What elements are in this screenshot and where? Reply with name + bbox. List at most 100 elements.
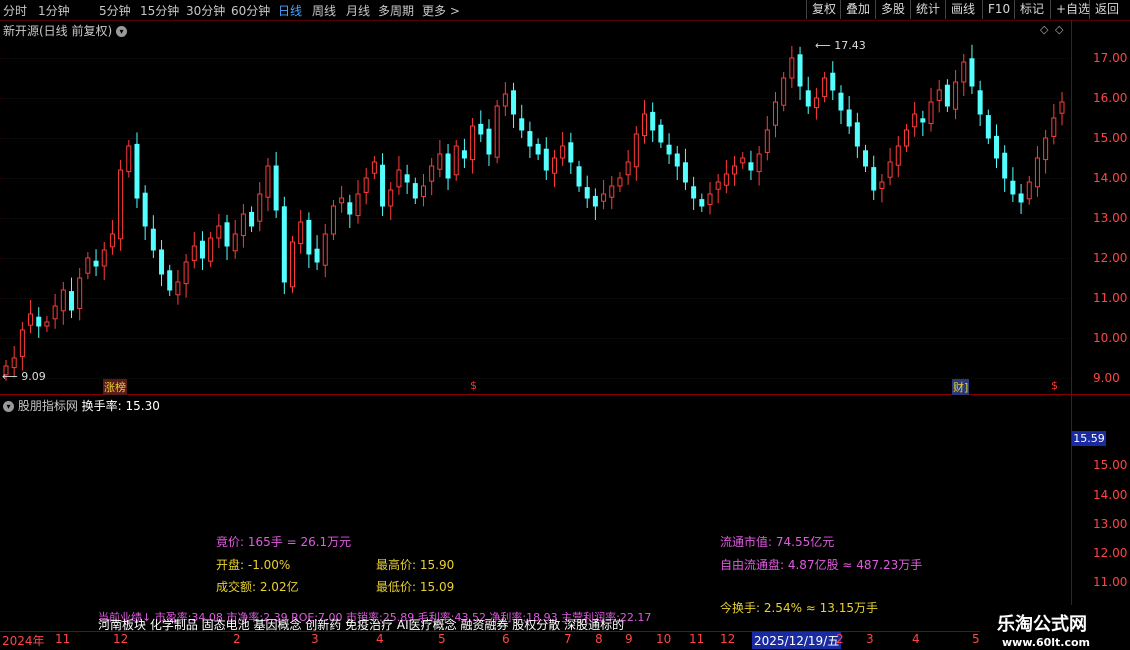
financial-report-marker[interactable]: 财]	[952, 379, 970, 395]
candle-body	[854, 122, 860, 147]
candle-body	[437, 153, 443, 170]
candle-body	[920, 118, 926, 123]
candle-body	[1018, 193, 1024, 203]
candle-body	[813, 97, 819, 109]
market-cap-info: 流通市值: 74.55亿元	[720, 535, 835, 549]
candle-body	[306, 219, 312, 255]
turnover-amount-info: 成交额: 2.02亿	[216, 580, 299, 594]
candle-body	[159, 249, 165, 275]
tab-fenshi[interactable]: 分时	[3, 2, 27, 19]
candle-body	[118, 169, 124, 240]
candle-body	[134, 143, 140, 199]
candle-body	[445, 153, 451, 179]
logo-name: 乐淘公式网	[997, 614, 1087, 635]
candle-body	[191, 245, 197, 261]
tab-multi-period[interactable]: 多周期	[378, 2, 414, 19]
candle-body	[68, 291, 74, 311]
tab-1min[interactable]: 1分钟	[38, 2, 70, 19]
logo-url: www.60lt.com	[1002, 636, 1091, 649]
tab-weekly[interactable]: 周线	[312, 2, 336, 19]
multi-stock-button[interactable]: 多股	[875, 0, 910, 19]
date-tick: 12	[720, 632, 736, 646]
zhangbang-marker[interactable]: 涨榜	[103, 379, 127, 395]
price-tick: 12.00	[1093, 251, 1128, 265]
free-float-info: 自由流通盘: 4.87亿股 ≈ 487.23万手	[720, 558, 923, 572]
candle-body	[527, 131, 533, 147]
candle-body	[699, 199, 705, 207]
draw-line-button[interactable]: 画线	[945, 0, 980, 19]
candle-body	[216, 225, 222, 239]
candle-body	[912, 113, 918, 128]
candle-body	[625, 161, 631, 176]
f10-button[interactable]: F10	[982, 0, 1015, 19]
candle-body	[707, 193, 713, 205]
price-tick: 11.00	[1093, 291, 1128, 305]
candle-body	[740, 157, 746, 164]
price-tick: 10.00	[1093, 331, 1128, 345]
date-tick: 10	[656, 632, 672, 646]
candle-body	[633, 133, 639, 168]
candle-body	[347, 202, 353, 215]
date-tick: 7	[564, 632, 572, 646]
candle-body	[150, 228, 156, 251]
candle-body	[1010, 180, 1016, 195]
tab-60min[interactable]: 60分钟	[231, 2, 270, 19]
candle-body	[281, 206, 287, 283]
candle-body	[101, 249, 107, 267]
tab-daily[interactable]: 日线	[278, 2, 302, 19]
candle-body	[224, 222, 230, 247]
candle-body	[953, 81, 959, 110]
low-price-label: ⟵ 9.09	[2, 370, 46, 383]
stats-button[interactable]: 统计	[910, 0, 945, 19]
candle-body	[363, 177, 369, 193]
candle-body	[36, 316, 42, 327]
candle-body	[732, 165, 738, 175]
candle-body	[691, 186, 697, 199]
price-tick: 14.00	[1093, 171, 1128, 185]
back-button[interactable]: 返回	[1089, 0, 1124, 19]
candle-body	[748, 162, 754, 171]
candle-body	[109, 233, 115, 248]
indicator-value: 换手率: 15.30	[81, 399, 160, 413]
candle-body	[380, 164, 386, 207]
dropdown-icon[interactable]: ▾	[3, 401, 14, 412]
overlay-button[interactable]: 叠加	[840, 0, 875, 19]
indicator-tick: 12.00	[1093, 546, 1128, 560]
axis-separator	[1071, 20, 1072, 631]
candle-body	[249, 211, 255, 227]
candle-body	[126, 145, 132, 173]
mark-button[interactable]: 标记	[1014, 0, 1049, 19]
candle-body	[19, 329, 25, 357]
period-toolbar: 分时 1分钟 5分钟 15分钟 30分钟 60分钟 日线 周线 月线 多周期 更…	[0, 0, 1130, 21]
candlestick-chart[interactable]	[0, 20, 1070, 394]
candle-body	[822, 77, 828, 97]
indicator-tick: 11.00	[1093, 575, 1128, 589]
candle-body	[339, 197, 345, 204]
candle-body	[429, 165, 435, 182]
tab-more[interactable]: 更多 >	[422, 2, 460, 19]
dividend-marker[interactable]: $	[470, 379, 477, 392]
price-tick: 9.00	[1093, 371, 1120, 385]
candle-body	[240, 213, 246, 237]
candle-body	[797, 54, 803, 87]
tab-15min[interactable]: 15分钟	[140, 2, 179, 19]
candle-body	[52, 305, 58, 320]
candle-body	[371, 161, 377, 174]
candle-body	[273, 165, 279, 211]
dividend-marker[interactable]: $	[1051, 379, 1058, 392]
tab-monthly[interactable]: 月线	[346, 2, 370, 19]
candle-body	[1043, 137, 1049, 161]
candle-body	[175, 281, 181, 296]
candle-body	[658, 124, 664, 143]
tab-30min[interactable]: 30分钟	[186, 2, 225, 19]
date-tick: 5	[438, 632, 446, 646]
candle-body	[1002, 152, 1008, 179]
candle-body	[551, 157, 557, 174]
date-tick: 12	[113, 632, 129, 646]
date-tick: 11	[689, 632, 705, 646]
tab-5min[interactable]: 5分钟	[99, 2, 131, 19]
date-tick: 3	[866, 632, 874, 646]
candle-body	[944, 84, 950, 107]
candle-body	[44, 321, 50, 327]
fuquan-button[interactable]: 复权	[806, 0, 841, 19]
